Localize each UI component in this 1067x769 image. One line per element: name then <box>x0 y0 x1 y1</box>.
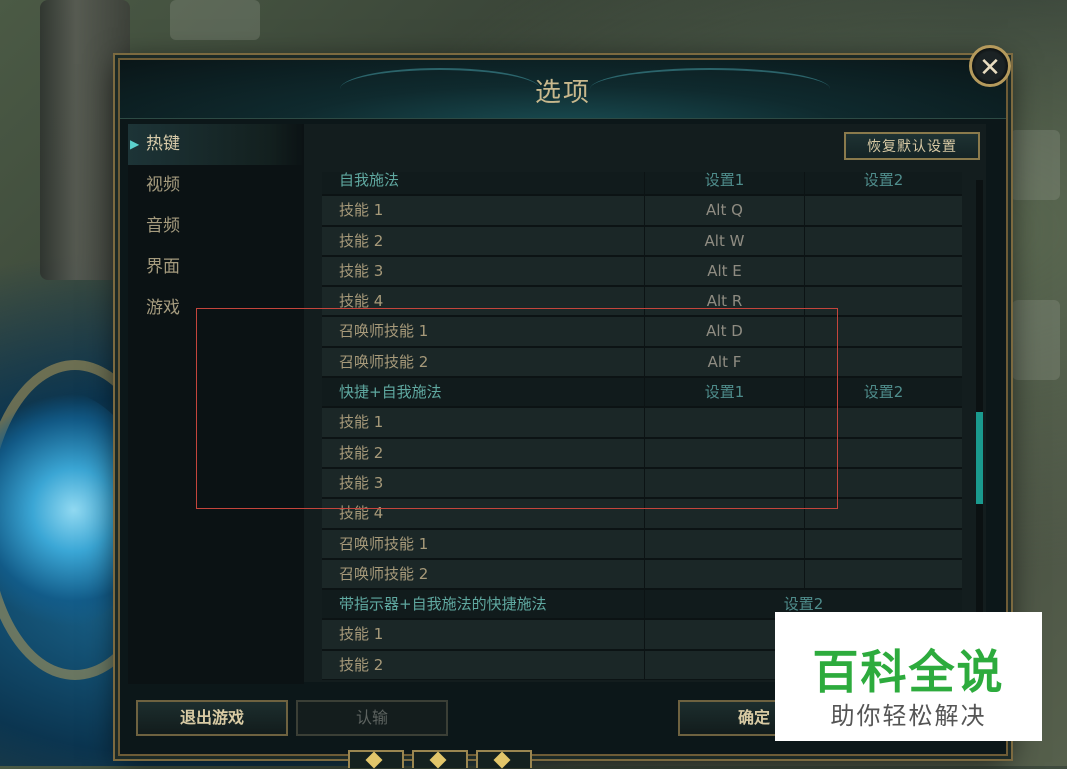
hotkey-slot2[interactable] <box>804 196 962 225</box>
dialog-titlebar: 选项 <box>120 60 1006 119</box>
action-label: 技能 1 <box>339 625 384 644</box>
sidebar-item-label: 界面 <box>146 257 180 277</box>
hotkey-slot1[interactable]: Alt R <box>644 287 804 316</box>
hotkey-slot2[interactable] <box>804 317 962 346</box>
hotkey-slot1[interactable] <box>644 438 804 467</box>
hud-tray-slot <box>412 750 468 769</box>
hotkey-slot1[interactable] <box>644 559 804 589</box>
sidebar-item-label: 音频 <box>146 216 180 236</box>
watermark-title: 百科全说 <box>812 645 1005 699</box>
sidebar-item[interactable]: 游戏 <box>128 288 304 329</box>
action-label: 技能 2 <box>339 231 384 250</box>
sidebar-item-label: 游戏 <box>146 298 180 318</box>
hotkey-slot1[interactable]: Alt W <box>644 226 804 255</box>
background-stone <box>170 0 260 40</box>
hotkey-slot1[interactable] <box>644 408 804 437</box>
hotkey-slot2[interactable] <box>804 438 962 467</box>
table-row: 召唤师技能 1 Alt D <box>322 317 962 348</box>
action-label: 召唤师技能 1 <box>339 534 429 553</box>
background-tower <box>40 0 130 280</box>
action-label: 召唤师技能 1 <box>339 322 429 341</box>
hotkeys-panel: 恢复默认设置 自我施法 设置1 设置2 技能 1 Alt Q 技能 2 Alt W 技能 3A… <box>304 124 986 682</box>
action-label: 召唤师技能 2 <box>339 352 429 371</box>
table-row: 技能 3 <box>322 468 962 500</box>
table-row: 技能 2 <box>322 438 962 469</box>
hotkey-slot1[interactable] <box>644 499 804 528</box>
watermark: 百科全说 助你轻松解决 <box>775 612 1042 741</box>
background-stone <box>1010 130 1060 200</box>
dialog-title: 选项 <box>534 78 591 108</box>
quit-game-button[interactable]: 退出游戏 <box>136 700 288 736</box>
table-row: 召唤师技能 2 Alt F <box>322 347 962 379</box>
column-header-slot1: 设置1 <box>644 172 804 195</box>
action-label: 带指示器+自我施法的快捷施法 <box>339 595 547 614</box>
action-label: 自我施法 <box>339 172 400 189</box>
scrollbar-thumb[interactable] <box>976 412 983 504</box>
sidebar-item[interactable]: 界面 <box>128 247 304 288</box>
table-row: 召唤师技能 2 <box>322 559 962 591</box>
chevron-right-icon: ▶ <box>130 137 140 151</box>
action-label: 技能 2 <box>339 443 384 462</box>
close-icon[interactable]: ✕ <box>969 45 1011 87</box>
hotkey-slot2[interactable] <box>804 499 962 528</box>
hud-tray-slot <box>348 750 404 769</box>
action-label: 技能 4 <box>339 504 384 523</box>
hud-tray-slot <box>476 750 532 769</box>
table-section-header: 快捷+自我施法 设置1 设置2 <box>322 378 962 409</box>
surrender-button[interactable]: 认输 <box>296 700 448 736</box>
table-row: 技能 2 Alt W <box>322 226 962 257</box>
hotkey-slot2[interactable] <box>804 347 962 377</box>
hotkey-slot2[interactable] <box>804 256 962 286</box>
sidebar-item-label: 视频 <box>146 175 180 195</box>
table-row: 召唤师技能 1 <box>322 529 962 560</box>
hotkey-slot1[interactable] <box>644 529 804 558</box>
action-label: 技能 1 <box>339 201 384 220</box>
table-row: 技能 1 <box>322 408 962 439</box>
hotkey-slot2[interactable] <box>804 226 962 255</box>
table-section-header: 自我施法 设置1 设置2 <box>322 172 962 197</box>
hotkey-table: 自我施法 设置1 设置2 技能 1 Alt Q 技能 2 Alt W 技能 3 Alt E 技能 … <box>322 172 962 680</box>
table-row: 技能 1 Alt Q <box>322 196 962 227</box>
options-sidebar: ▶ 热键视频音频界面游戏 <box>128 124 304 684</box>
background-stone <box>1012 300 1060 380</box>
table-row: 技能 4 <box>322 499 962 530</box>
hotkey-slot1[interactable]: Alt D <box>644 317 804 346</box>
column-header-slot2: 设置2 <box>804 172 962 195</box>
action-label: 技能 2 <box>339 655 384 674</box>
action-label: 技能 4 <box>339 292 384 311</box>
hotkey-slot1[interactable] <box>644 468 804 498</box>
hotkey-slot1[interactable]: Alt E <box>644 256 804 286</box>
action-label: 技能 3 <box>339 473 384 492</box>
restore-defaults-button[interactable]: 恢复默认设置 <box>844 132 980 160</box>
sidebar-item[interactable]: ▶ 热键 <box>128 124 304 165</box>
table-row: 技能 4 Alt R <box>322 287 962 318</box>
hotkey-slot2[interactable] <box>804 287 962 316</box>
hotkey-slot1[interactable]: Alt Q <box>644 196 804 225</box>
hotkey-slot2[interactable] <box>804 468 962 498</box>
action-label: 召唤师技能 2 <box>339 564 429 583</box>
column-header-slot1: 设置1 <box>644 378 804 407</box>
hotkey-slot2[interactable] <box>804 559 962 589</box>
hotkey-slot2[interactable] <box>804 529 962 558</box>
action-label: 快捷+自我施法 <box>339 383 442 402</box>
hotkey-slot2[interactable] <box>804 408 962 437</box>
column-header-slot2: 设置2 <box>804 378 962 407</box>
hotkey-slot1[interactable]: Alt F <box>644 347 804 377</box>
action-label: 技能 3 <box>339 261 384 280</box>
sidebar-item[interactable]: 音频 <box>128 206 304 247</box>
watermark-subtitle: 助你轻松解决 <box>830 702 987 730</box>
action-label: 技能 1 <box>339 413 384 432</box>
table-row: 技能 3 Alt E <box>322 256 962 288</box>
sidebar-item[interactable]: 视频 <box>128 165 304 206</box>
sidebar-item-label: 热键 <box>146 134 180 154</box>
